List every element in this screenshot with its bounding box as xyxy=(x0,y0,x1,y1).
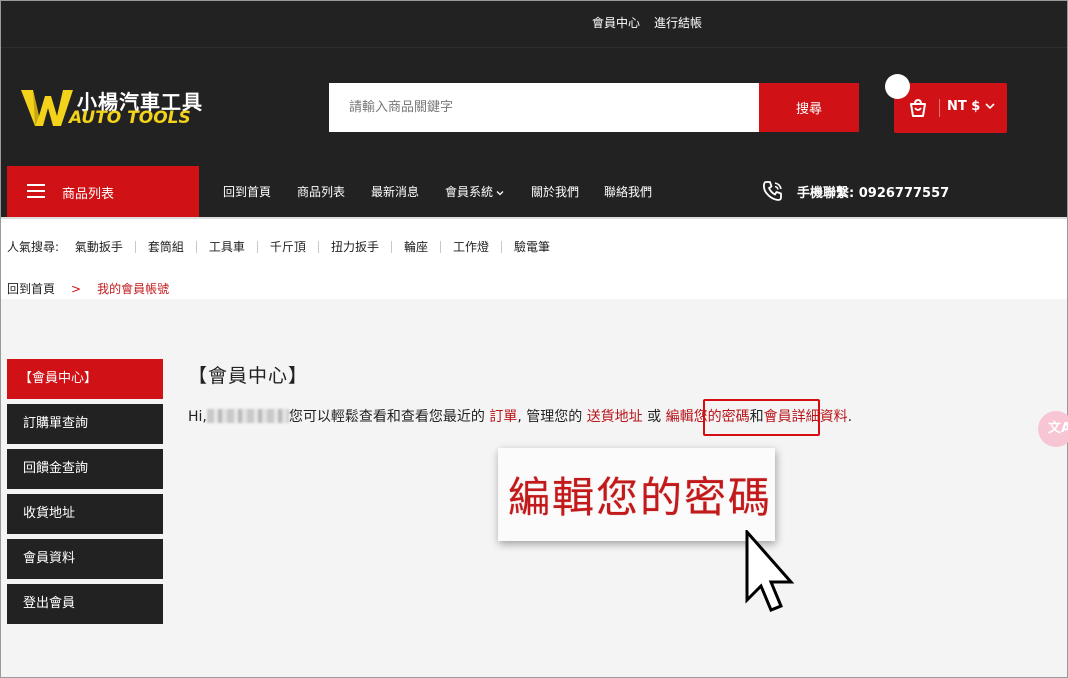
chevron-down-icon xyxy=(985,103,995,110)
header: 小楊汽車工具 AUTO TOOLS 搜尋 NT $ xyxy=(1,48,1067,166)
cart-count-badge xyxy=(885,74,910,99)
categories-menu-button[interactable]: 商品列表 xyxy=(7,166,199,217)
zoom-callout: 編輯您的密碼 xyxy=(498,448,775,541)
popular-keyword[interactable]: 輪座 xyxy=(390,241,440,253)
page-title: 【會員中心】 xyxy=(188,365,309,387)
greeting: Hi, xyxy=(188,409,207,425)
intro-text: 或 xyxy=(647,409,662,425)
cart-divider xyxy=(939,99,940,117)
orders-link[interactable]: 訂單 xyxy=(489,409,517,425)
logo-english-text: AUTO TOOLS xyxy=(69,108,191,128)
phone-number: 手機聯繫: 0926777557 xyxy=(797,186,950,201)
popular-label: 人氣搜尋: xyxy=(7,240,60,254)
intro-text: , 管理您的 xyxy=(517,409,583,425)
popular-keyword[interactable]: 工具車 xyxy=(195,241,257,253)
phone-icon xyxy=(762,181,782,201)
member-center-link[interactable]: 會員中心 xyxy=(592,14,640,31)
member-sidebar: 【會員中心】 訂購單查詢 回饋金查詢 收貨地址 會員資料 登出會員 xyxy=(7,359,163,629)
top-bar: 會員中心 進行結帳 xyxy=(1,1,1067,48)
highlight-box xyxy=(703,399,820,436)
nav-products[interactable]: 商品列表 xyxy=(297,183,345,200)
sidebar-item-member-center[interactable]: 【會員中心】 xyxy=(7,359,163,399)
popular-keyword[interactable]: 氣動扳手 xyxy=(63,241,135,253)
popular-searches-section: 人氣搜尋: 氣動扳手 套筒組 工具車 千斤頂 扭力扳手 輪座 工作燈 驗電筆 回到首頁 > 我的會… xyxy=(1,217,1067,299)
categories-label: 商品列表 xyxy=(62,187,115,202)
search-input[interactable] xyxy=(329,83,759,132)
breadcrumb-separator: > xyxy=(71,282,82,296)
intro-text: . xyxy=(847,409,853,425)
shopping-bag-icon xyxy=(910,98,926,117)
cart-button[interactable]: NT $ xyxy=(894,83,1007,133)
nav-contact[interactable]: 聯絡我們 xyxy=(604,183,652,200)
sidebar-item-logout[interactable]: 登出會員 xyxy=(7,584,163,624)
search-button[interactable]: 搜尋 xyxy=(759,83,859,132)
sidebar-item-address[interactable]: 收貨地址 xyxy=(7,494,163,534)
blurred-username xyxy=(206,409,289,423)
breadcrumb: 回到首頁 > 我的會員帳號 xyxy=(7,280,169,297)
mouse-cursor-icon xyxy=(745,530,795,612)
nav-member-system-label: 會員系統 xyxy=(445,185,494,199)
nav-member-system[interactable]: 會員系統 xyxy=(445,183,504,200)
popular-keyword[interactable]: 驗電筆 xyxy=(500,241,562,253)
popular-keyword[interactable]: 扭力扳手 xyxy=(317,241,391,253)
popular-keyword[interactable]: 千斤頂 xyxy=(256,241,318,253)
nav-home[interactable]: 回到首頁 xyxy=(223,183,271,200)
sidebar-item-profile[interactable]: 會員資料 xyxy=(7,539,163,579)
currency-selector[interactable]: NT $ xyxy=(947,99,980,114)
hamburger-icon xyxy=(27,184,45,198)
popular-keyword[interactable]: 工作燈 xyxy=(439,241,501,253)
translate-button[interactable]: 文A xyxy=(1038,411,1068,447)
sidebar-item-orders[interactable]: 訂購單查詢 xyxy=(7,404,163,444)
main-nav: 商品列表 回到首頁 商品列表 最新消息 會員系統 關於我們 聯絡我們 手機聯繫:… xyxy=(1,166,1067,217)
breadcrumb-home[interactable]: 回到首頁 xyxy=(7,282,55,296)
nav-news[interactable]: 最新消息 xyxy=(371,183,419,200)
popular-keyword[interactable]: 套筒組 xyxy=(134,241,196,253)
logo-w-mark-icon xyxy=(21,90,73,126)
zoom-callout-text: 編輯您的密碼 xyxy=(508,473,773,522)
sidebar-item-rewards[interactable]: 回饋金查詢 xyxy=(7,449,163,489)
nav-about[interactable]: 關於我們 xyxy=(531,183,579,200)
popular-searches: 人氣搜尋: 氣動扳手 套筒組 工具車 千斤頂 扭力扳手 輪座 工作燈 驗電筆 xyxy=(7,238,562,255)
address-link[interactable]: 送貨地址 xyxy=(587,409,643,425)
chevron-down-icon xyxy=(496,190,504,195)
intro-text: 您可以輕鬆查看和查看您最近的 xyxy=(288,409,485,425)
breadcrumb-current: 我的會員帳號 xyxy=(97,282,170,296)
logo[interactable]: 小楊汽車工具 AUTO TOOLS xyxy=(19,86,204,130)
checkout-link[interactable]: 進行結帳 xyxy=(654,14,702,31)
